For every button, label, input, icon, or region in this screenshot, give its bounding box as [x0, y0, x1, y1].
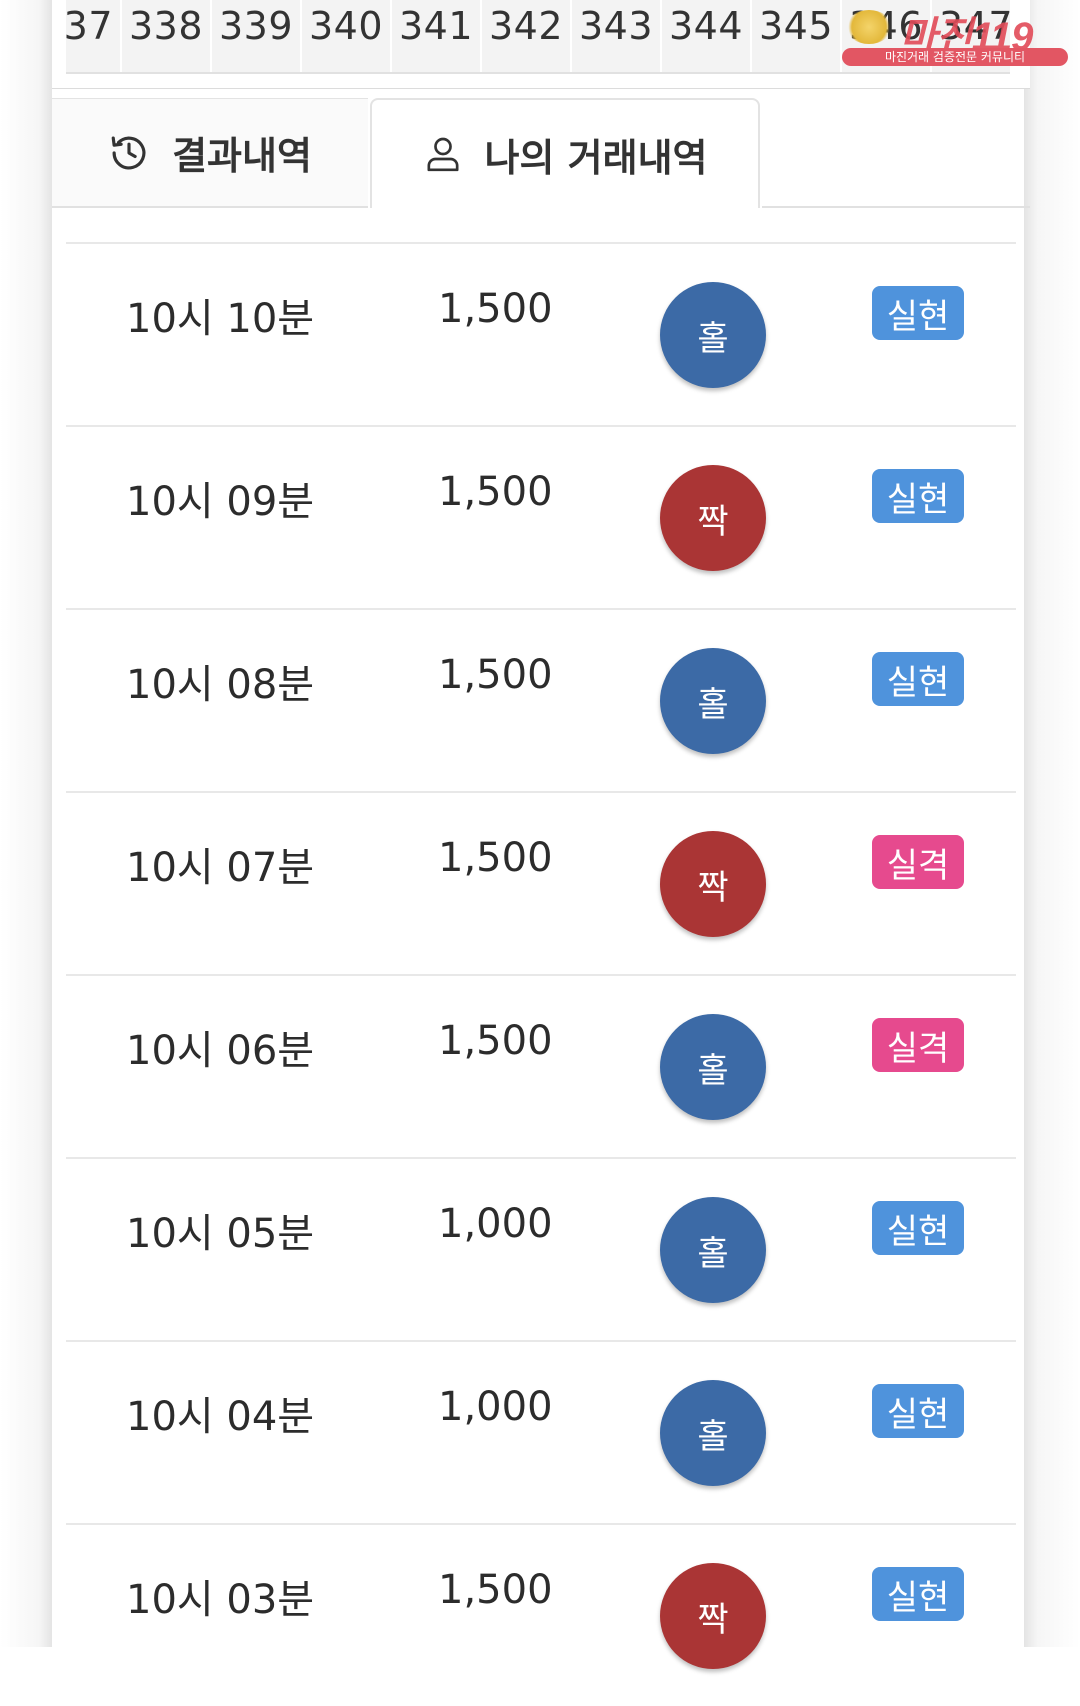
trade-amount: 1,500: [438, 652, 553, 698]
tab-results[interactable]: 결과내역: [52, 98, 368, 208]
result-hit-badge: 실현: [872, 469, 964, 523]
round-cell[interactable]: 343: [572, 0, 662, 72]
pick-odd-badge: 홀: [660, 1197, 766, 1303]
round-cell[interactable]: 338: [122, 0, 212, 72]
trade-row: 10시 09분 1,500 짝 실현: [66, 425, 1016, 608]
pick-even-badge: 짝: [660, 831, 766, 937]
round-cell[interactable]: 340: [302, 0, 392, 72]
trade-time: 10시 08분: [126, 662, 315, 708]
result-hit-badge: 실현: [872, 1384, 964, 1438]
pick-even-badge: 짝: [660, 465, 766, 571]
result-hit-badge: 실현: [872, 286, 964, 340]
trade-amount: 1,500: [438, 286, 553, 332]
trade-list: 10시 10분 1,500 홀 실현 10시 09분 1,500 짝 실현 10…: [66, 242, 1016, 1706]
trade-amount: 1,500: [438, 1018, 553, 1064]
round-cell[interactable]: 344: [662, 0, 752, 72]
trade-amount: 1,000: [438, 1384, 553, 1430]
round-cell[interactable]: 342: [482, 0, 572, 72]
watermark-logo: 마진119 마진거래 검증전문 커뮤니티: [838, 4, 1070, 66]
trade-time: 10시 03분: [126, 1577, 315, 1623]
result-miss-badge: 실격: [872, 835, 964, 889]
trade-row: 10시 06분 1,500 홀 실격: [66, 974, 1016, 1157]
tab-my-trades-label: 나의 거래내역: [484, 135, 708, 180]
trade-row: 10시 08분 1,500 홀 실현: [66, 608, 1016, 791]
trade-row: 10시 07분 1,500 짝 실격: [66, 791, 1016, 974]
trade-time: 10시 10분: [126, 296, 315, 342]
pick-odd-badge: 홀: [660, 1380, 766, 1486]
pick-even-badge: 짝: [660, 1563, 766, 1669]
pick-odd-badge: 홀: [660, 648, 766, 754]
trade-row: 10시 05분 1,000 홀 실현: [66, 1157, 1016, 1340]
round-cell[interactable]: 341: [392, 0, 482, 72]
round-cell[interactable]: 345: [752, 0, 842, 72]
trade-time: 10시 06분: [126, 1028, 315, 1074]
round-cell[interactable]: 337: [66, 0, 122, 72]
trade-row: 10시 04분 1,000 홀 실현: [66, 1340, 1016, 1523]
result-hit-badge: 실현: [872, 652, 964, 706]
result-hit-badge: 실현: [872, 1201, 964, 1255]
card-shadow-left: [0, 0, 52, 1647]
trade-row: 10시 10분 1,500 홀 실현: [66, 242, 1016, 425]
pick-odd-badge: 홀: [660, 1014, 766, 1120]
result-hit-badge: 실현: [872, 1567, 964, 1621]
tab-my-trades[interactable]: 나의 거래내역: [370, 98, 760, 208]
watermark-tagline: 마진거래 검증전문 커뮤니티: [842, 48, 1068, 66]
trade-time: 10시 09분: [126, 479, 315, 525]
user-icon: [423, 133, 463, 175]
round-cell[interactable]: 339: [212, 0, 302, 72]
trade-time: 10시 04분: [126, 1394, 315, 1440]
seal-icon: [846, 10, 892, 44]
trade-amount: 1,500: [438, 469, 553, 515]
history-icon: [108, 132, 150, 174]
tab-results-label: 결과내역: [172, 134, 312, 178]
tab-bar-filler: [762, 98, 1030, 208]
pick-odd-badge: 홀: [660, 282, 766, 388]
trade-amount: 1,500: [438, 835, 553, 881]
result-miss-badge: 실격: [872, 1018, 964, 1072]
trade-amount: 1,000: [438, 1201, 553, 1247]
trade-amount: 1,500: [438, 1567, 553, 1613]
trade-row: 10시 03분 1,500 짝 실현: [66, 1523, 1016, 1706]
trade-time: 10시 07분: [126, 845, 315, 891]
card-shadow-right: [1024, 0, 1080, 1647]
history-tabs: 결과내역 나의 거래내역: [52, 98, 1030, 208]
trade-time: 10시 05분: [126, 1211, 315, 1257]
